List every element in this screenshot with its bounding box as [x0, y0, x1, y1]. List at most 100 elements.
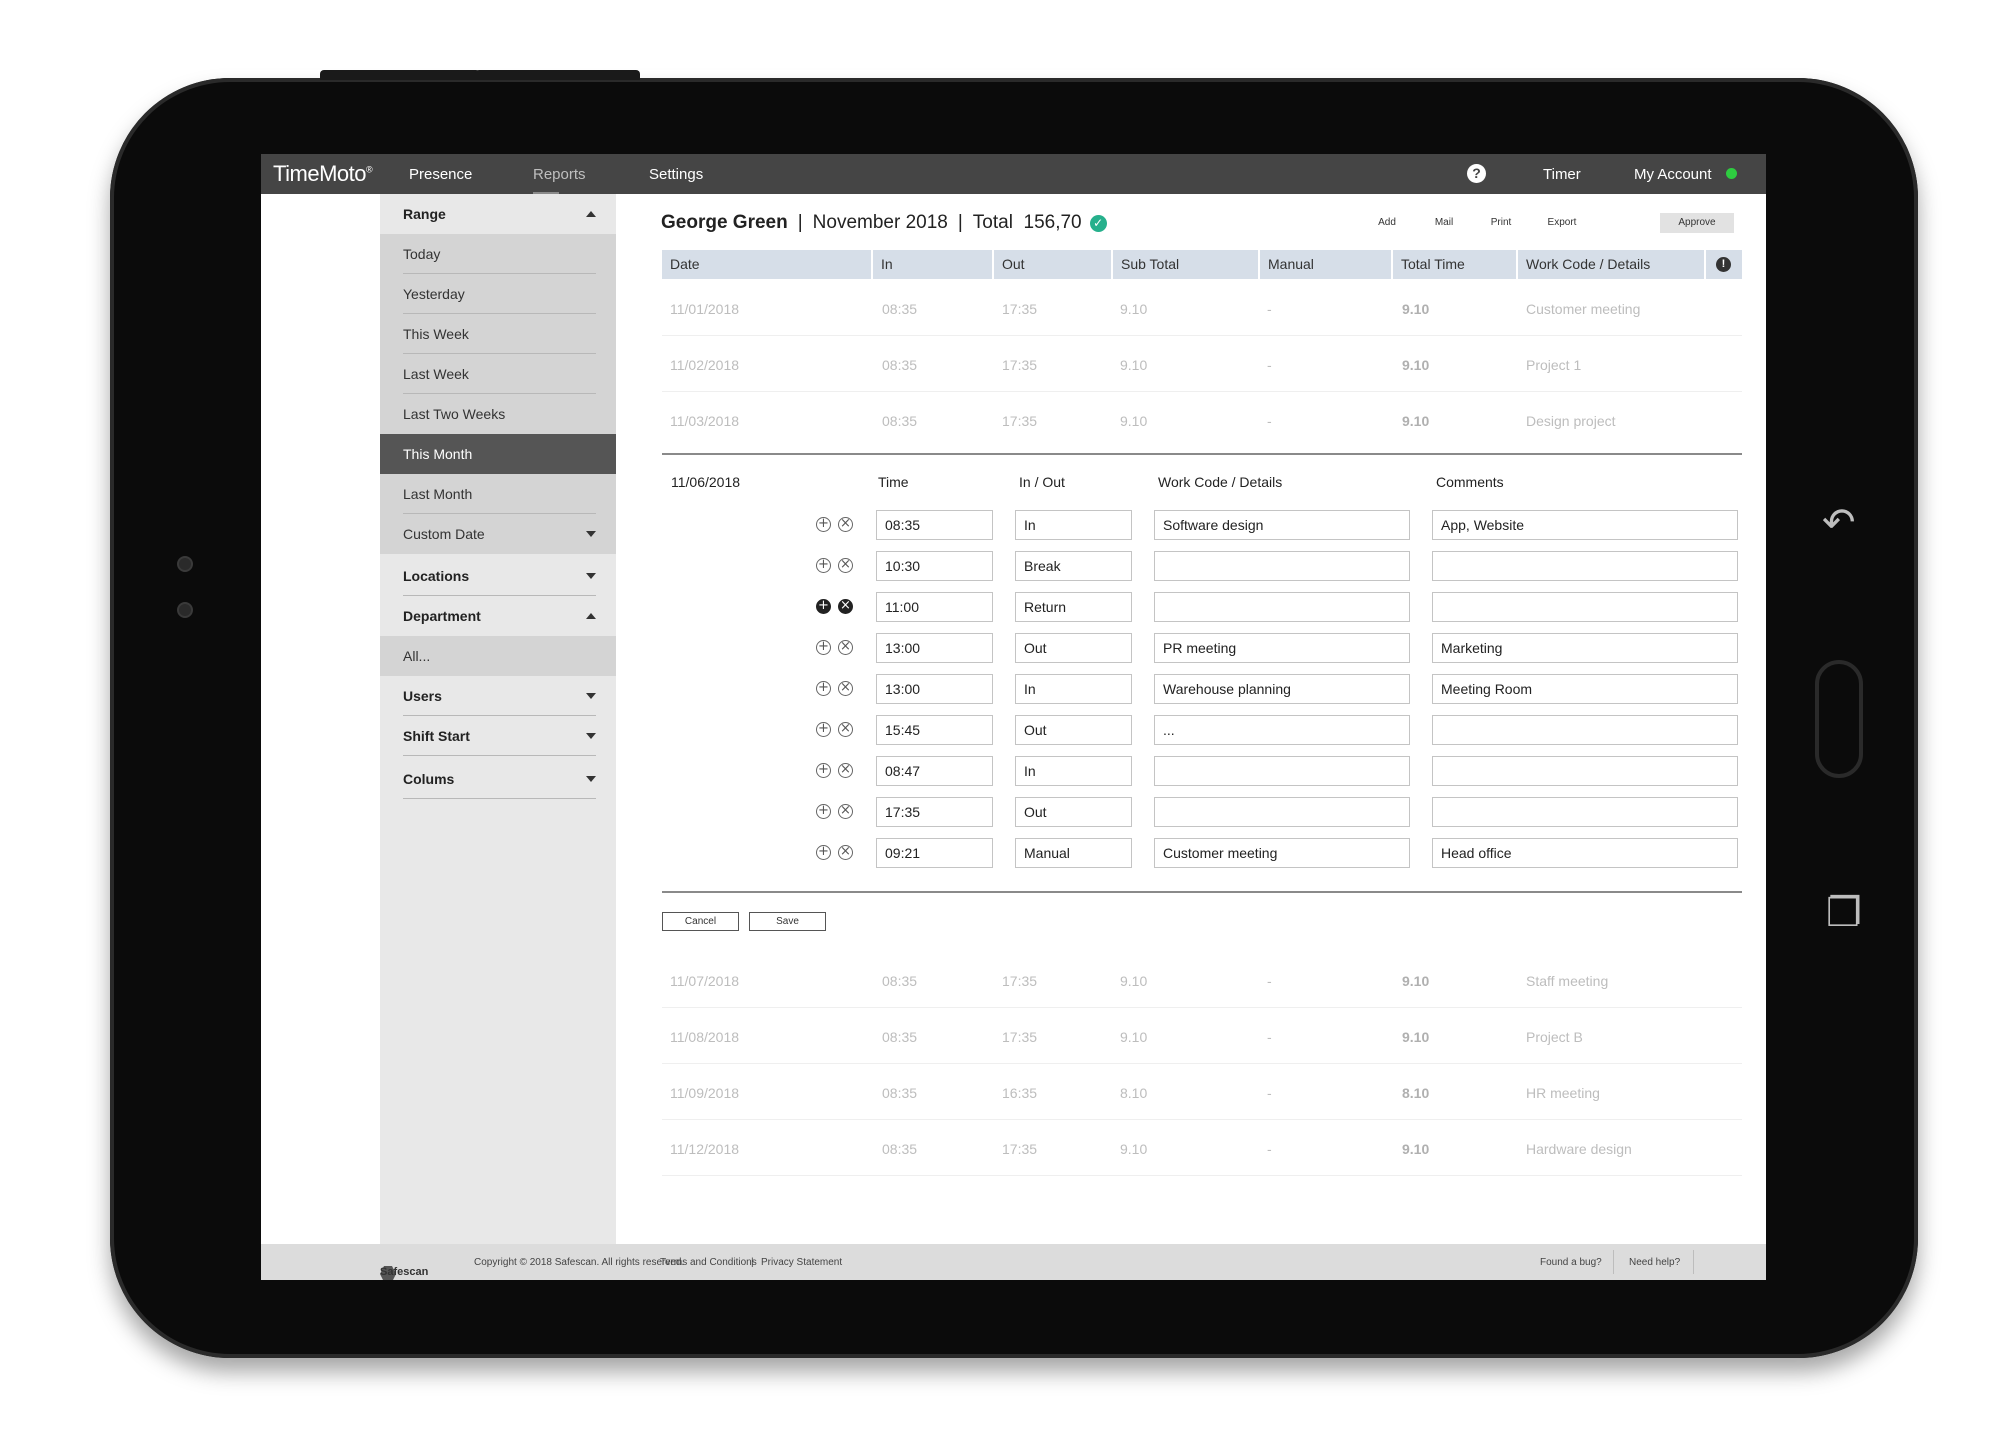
remove-entry-icon[interactable]: × — [838, 558, 853, 573]
nav-timer[interactable]: Timer — [1543, 166, 1581, 183]
work-code-field[interactable]: Customer meeting — [1154, 838, 1410, 868]
col-date[interactable]: Date — [662, 250, 871, 279]
add-entry-icon[interactable]: + — [816, 722, 831, 737]
info-icon[interactable]: ! — [1716, 257, 1731, 272]
range-last-week[interactable]: Last Week — [380, 354, 616, 394]
remove-entry-icon[interactable]: × — [838, 763, 853, 778]
time-field[interactable]: 08:35 — [876, 510, 993, 540]
range-last-two-weeks[interactable]: Last Two Weeks — [380, 394, 616, 434]
edit-entry-row: + × 17:35 Out — [261, 797, 1766, 827]
filter-range-toggle[interactable]: Range — [380, 194, 616, 234]
edit-entry-row: + × 08:47 In — [261, 756, 1766, 786]
need-help-link[interactable]: Need help? — [1629, 1257, 1680, 1268]
nav-settings[interactable]: Settings — [649, 166, 703, 183]
time-field[interactable]: 15:45 — [876, 715, 993, 745]
work-code-field[interactable] — [1154, 551, 1410, 581]
work-code-field[interactable]: Software design — [1154, 510, 1410, 540]
help-icon[interactable]: ? — [1467, 164, 1486, 183]
time-field[interactable]: 13:00 — [876, 674, 993, 704]
time-field[interactable]: 17:35 — [876, 797, 993, 827]
comment-field[interactable]: Head office — [1432, 838, 1738, 868]
comment-field[interactable] — [1432, 551, 1738, 581]
col-total-time[interactable]: Total Time — [1393, 250, 1516, 279]
terms-link[interactable]: Terms and Conditions — [660, 1257, 757, 1268]
comment-field[interactable] — [1432, 797, 1738, 827]
nav-reports[interactable]: Reports — [533, 166, 586, 183]
mail-button[interactable]: Mail — [1424, 213, 1464, 233]
time-field[interactable]: 11:00 — [876, 592, 993, 622]
top-nav: TimeMoto® Presence Reports Settings ? Ti… — [261, 154, 1766, 194]
inout-field[interactable]: Manual — [1015, 838, 1132, 868]
inout-field[interactable]: In — [1015, 510, 1132, 540]
print-button[interactable]: Print — [1479, 213, 1523, 233]
work-code-field[interactable]: Warehouse planning — [1154, 674, 1410, 704]
time-field[interactable]: 10:30 — [876, 551, 993, 581]
table-row[interactable]: 11/12/2018 08:35 17:35 9.10-9.10 Hardware de… — [662, 1120, 1742, 1176]
table-row[interactable]: 11/01/2018 08:35 17:35 9.10-9.10 Customer me… — [662, 280, 1742, 336]
time-field[interactable]: 13:00 — [876, 633, 993, 663]
remove-entry-icon[interactable]: × — [838, 722, 853, 737]
range-this-week[interactable]: This Week — [380, 314, 616, 354]
inout-field[interactable]: In — [1015, 674, 1132, 704]
inout-field[interactable]: Out — [1015, 633, 1132, 663]
export-button[interactable]: Export — [1537, 213, 1587, 233]
work-code-field[interactable]: PR meeting — [1154, 633, 1410, 663]
nav-presence[interactable]: Presence — [409, 166, 472, 183]
add-entry-icon[interactable]: + — [816, 763, 831, 778]
table-row[interactable]: 11/09/2018 08:35 16:35 8.10-8.10 HR meeting — [662, 1064, 1742, 1120]
table-row[interactable]: 11/03/2018 08:35 17:35 9.10-9.10 Design proj… — [662, 392, 1742, 448]
work-code-field[interactable] — [1154, 756, 1410, 786]
remove-entry-icon[interactable]: × — [838, 804, 853, 819]
add-entry-icon[interactable]: + — [816, 640, 831, 655]
page-footer: Safescan Copyright © 2018 Safescan. All … — [261, 1244, 1766, 1280]
add-entry-icon[interactable]: + — [816, 845, 831, 860]
add-entry-icon[interactable]: + — [816, 517, 831, 532]
remove-entry-icon[interactable]: × — [838, 681, 853, 696]
comment-field[interactable]: App, Website — [1432, 510, 1738, 540]
inout-field[interactable]: In — [1015, 756, 1132, 786]
time-field[interactable]: 08:47 — [876, 756, 993, 786]
range-last-month[interactable]: Last Month — [380, 474, 616, 514]
add-entry-icon[interactable]: + — [816, 599, 831, 614]
add-entry-icon[interactable]: + — [816, 804, 831, 819]
work-code-field[interactable]: ... — [1154, 715, 1410, 745]
inout-field[interactable]: Out — [1015, 797, 1132, 827]
col-work-code[interactable]: Work Code / Details — [1518, 250, 1704, 279]
work-code-field[interactable] — [1154, 592, 1410, 622]
range-yesterday[interactable]: Yesterday — [380, 274, 616, 314]
timemoto-logo[interactable]: TimeMoto® — [273, 161, 373, 187]
comment-field[interactable]: Marketing — [1432, 633, 1738, 663]
nav-my-account[interactable]: My Account — [1634, 166, 1712, 183]
add-entry-icon[interactable]: + — [816, 558, 831, 573]
col-out[interactable]: Out — [994, 250, 1111, 279]
remove-entry-icon[interactable]: × — [838, 517, 853, 532]
work-code-field[interactable] — [1154, 797, 1410, 827]
inout-field[interactable]: Break — [1015, 551, 1132, 581]
add-entry-icon[interactable]: + — [816, 681, 831, 696]
found-bug-link[interactable]: Found a bug? — [1540, 1257, 1602, 1268]
comment-field[interactable]: Meeting Room — [1432, 674, 1738, 704]
remove-entry-icon[interactable]: × — [838, 599, 853, 614]
col-manual[interactable]: Manual — [1260, 250, 1391, 279]
approve-button[interactable]: Approve — [1660, 213, 1734, 233]
add-button[interactable]: Add — [1367, 213, 1407, 233]
remove-entry-icon[interactable]: × — [838, 845, 853, 860]
table-row[interactable]: 11/02/2018 08:35 17:35 9.10-9.10 Project 1 — [662, 336, 1742, 392]
inout-field[interactable]: Return — [1015, 592, 1132, 622]
range-this-month[interactable]: This Month — [380, 434, 616, 474]
edit-entry-row: + × 13:00 Out PR meeting Marketing — [261, 633, 1766, 663]
table-row[interactable]: 11/07/2018 08:35 17:35 9.10-9.10 Staff meeti… — [662, 952, 1742, 1008]
cancel-button[interactable]: Cancel — [662, 912, 739, 931]
table-row[interactable]: 11/08/2018 08:35 17:35 9.10-9.10 Project B — [662, 1008, 1742, 1064]
comment-field[interactable] — [1432, 592, 1738, 622]
col-sub-total[interactable]: Sub Total — [1113, 250, 1258, 279]
time-field[interactable]: 09:21 — [876, 838, 993, 868]
remove-entry-icon[interactable]: × — [838, 640, 853, 655]
comment-field[interactable] — [1432, 715, 1738, 745]
comment-field[interactable] — [1432, 756, 1738, 786]
range-today[interactable]: Today — [380, 234, 616, 274]
privacy-link[interactable]: Privacy Statement — [761, 1257, 842, 1268]
inout-field[interactable]: Out — [1015, 715, 1132, 745]
save-button[interactable]: Save — [749, 912, 826, 931]
col-in[interactable]: In — [873, 250, 992, 279]
